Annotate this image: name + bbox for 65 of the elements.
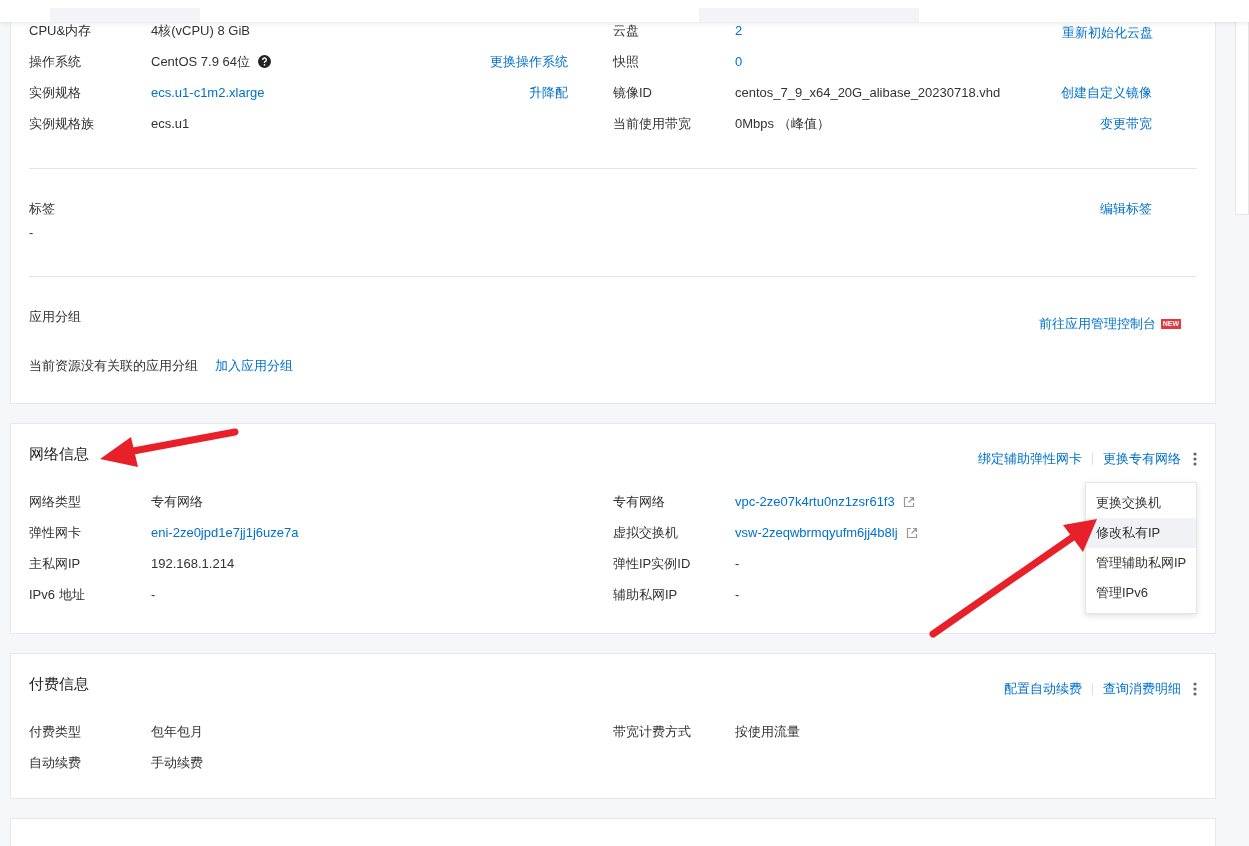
field-value: 192.168.1.214 [151, 554, 235, 573]
add-group-link[interactable]: 加入应用分组 [215, 355, 293, 375]
field-label: 虚拟交换机 [613, 523, 679, 542]
field-value: CentOS 7.9 64位 [151, 52, 250, 71]
help-icon[interactable] [258, 55, 271, 68]
field-label: 操作系统 [29, 52, 82, 71]
more-icon[interactable] [1193, 682, 1197, 696]
field-label: 实例规格 [29, 83, 82, 102]
external-link-icon[interactable] [905, 526, 918, 539]
menu-item[interactable]: 管理辅助私网IP [1086, 548, 1196, 578]
action-link[interactable]: 前往应用管理控制台 [1038, 314, 1156, 334]
value-link[interactable]: vsw-2zeqwbrmqyufm6jj4b8lj [735, 522, 898, 543]
field-value: 按使用流量 [735, 722, 800, 741]
field-value: 包年包月 [151, 722, 203, 741]
menu-item[interactable]: 更换交换机 [1086, 488, 1196, 518]
section-title: 付费信息 [29, 673, 89, 694]
field-label: IPv6 地址 [29, 585, 86, 604]
field-value: - [151, 585, 156, 604]
field-value: - [735, 554, 740, 573]
note-text: 当前资源没有关联的应用分组 [29, 356, 198, 375]
value-link[interactable]: 2 [735, 20, 743, 41]
more-icon[interactable] [1193, 452, 1197, 466]
field-value: ecs.u1 [151, 114, 190, 133]
field-label: 网络类型 [29, 492, 82, 511]
action-link[interactable]: 变更带宽 [1100, 113, 1152, 134]
value-link[interactable]: eni-2ze0jpd1e7jj1j6uze7a [151, 522, 299, 543]
field-label: 镜像ID [613, 83, 653, 102]
action-link[interactable]: 升降配 [529, 82, 568, 103]
field-value: 4核(vCPU) 8 GiB [151, 21, 250, 40]
action-link[interactable]: 更换操作系统 [490, 51, 568, 72]
field-label: 辅助私网IP [613, 585, 679, 604]
external-link-icon[interactable] [902, 495, 915, 508]
action-link[interactable]: 配置自动续费 [1004, 679, 1082, 699]
field-label: 专有网络 [613, 492, 666, 511]
field-label: 付费类型 [29, 722, 82, 741]
action-link[interactable]: 查询消费明细 [1103, 679, 1181, 699]
value-link[interactable]: 0 [735, 51, 743, 72]
field-label: 实例规格族 [29, 114, 95, 133]
field-value: - [735, 585, 740, 604]
field-label: 主私网IP [29, 554, 82, 573]
value-link[interactable]: vpc-2ze07k4rtu0nz1zsr61f3 [735, 491, 895, 512]
value-link[interactable]: ecs.u1-c1m2.xlarge [151, 82, 265, 103]
field-label: 弹性IP实例ID [613, 554, 692, 573]
action-link[interactable]: 绑定辅助弹性网卡 [978, 449, 1082, 469]
section-label: 应用分组 [29, 308, 81, 326]
field-value: - [29, 223, 35, 242]
section-title: 网络信息 [29, 443, 89, 464]
field-value: 手动续费 [151, 753, 203, 772]
field-label: 带宽计费方式 [613, 722, 692, 741]
field-value: 专有网络 [151, 492, 203, 511]
field-label: 云盘 [613, 21, 640, 40]
field-value: centos_7_9_x64_20G_alibase_20230718.vhd [735, 83, 1001, 102]
menu-item[interactable]: 管理IPv6 [1086, 578, 1196, 608]
field-label: 当前使用带宽 [613, 114, 692, 133]
field-label: 快照 [613, 52, 640, 71]
action-link[interactable]: 重新初始化云盘 [1062, 23, 1153, 43]
field-value: 0Mbps （峰值） [735, 114, 830, 133]
field-label: 弹性网卡 [29, 523, 82, 542]
menu-item[interactable]: 修改私有IP [1086, 518, 1196, 548]
action-link[interactable]: 更换专有网络 [1103, 449, 1181, 469]
action-link[interactable]: 创建自定义镜像 [1061, 82, 1152, 103]
field-label: CPU&内存 [29, 21, 93, 40]
field-label: 自动续费 [29, 753, 82, 772]
section-label: 标签 [29, 200, 55, 218]
action-link[interactable]: 编辑标签 [1100, 199, 1152, 276]
